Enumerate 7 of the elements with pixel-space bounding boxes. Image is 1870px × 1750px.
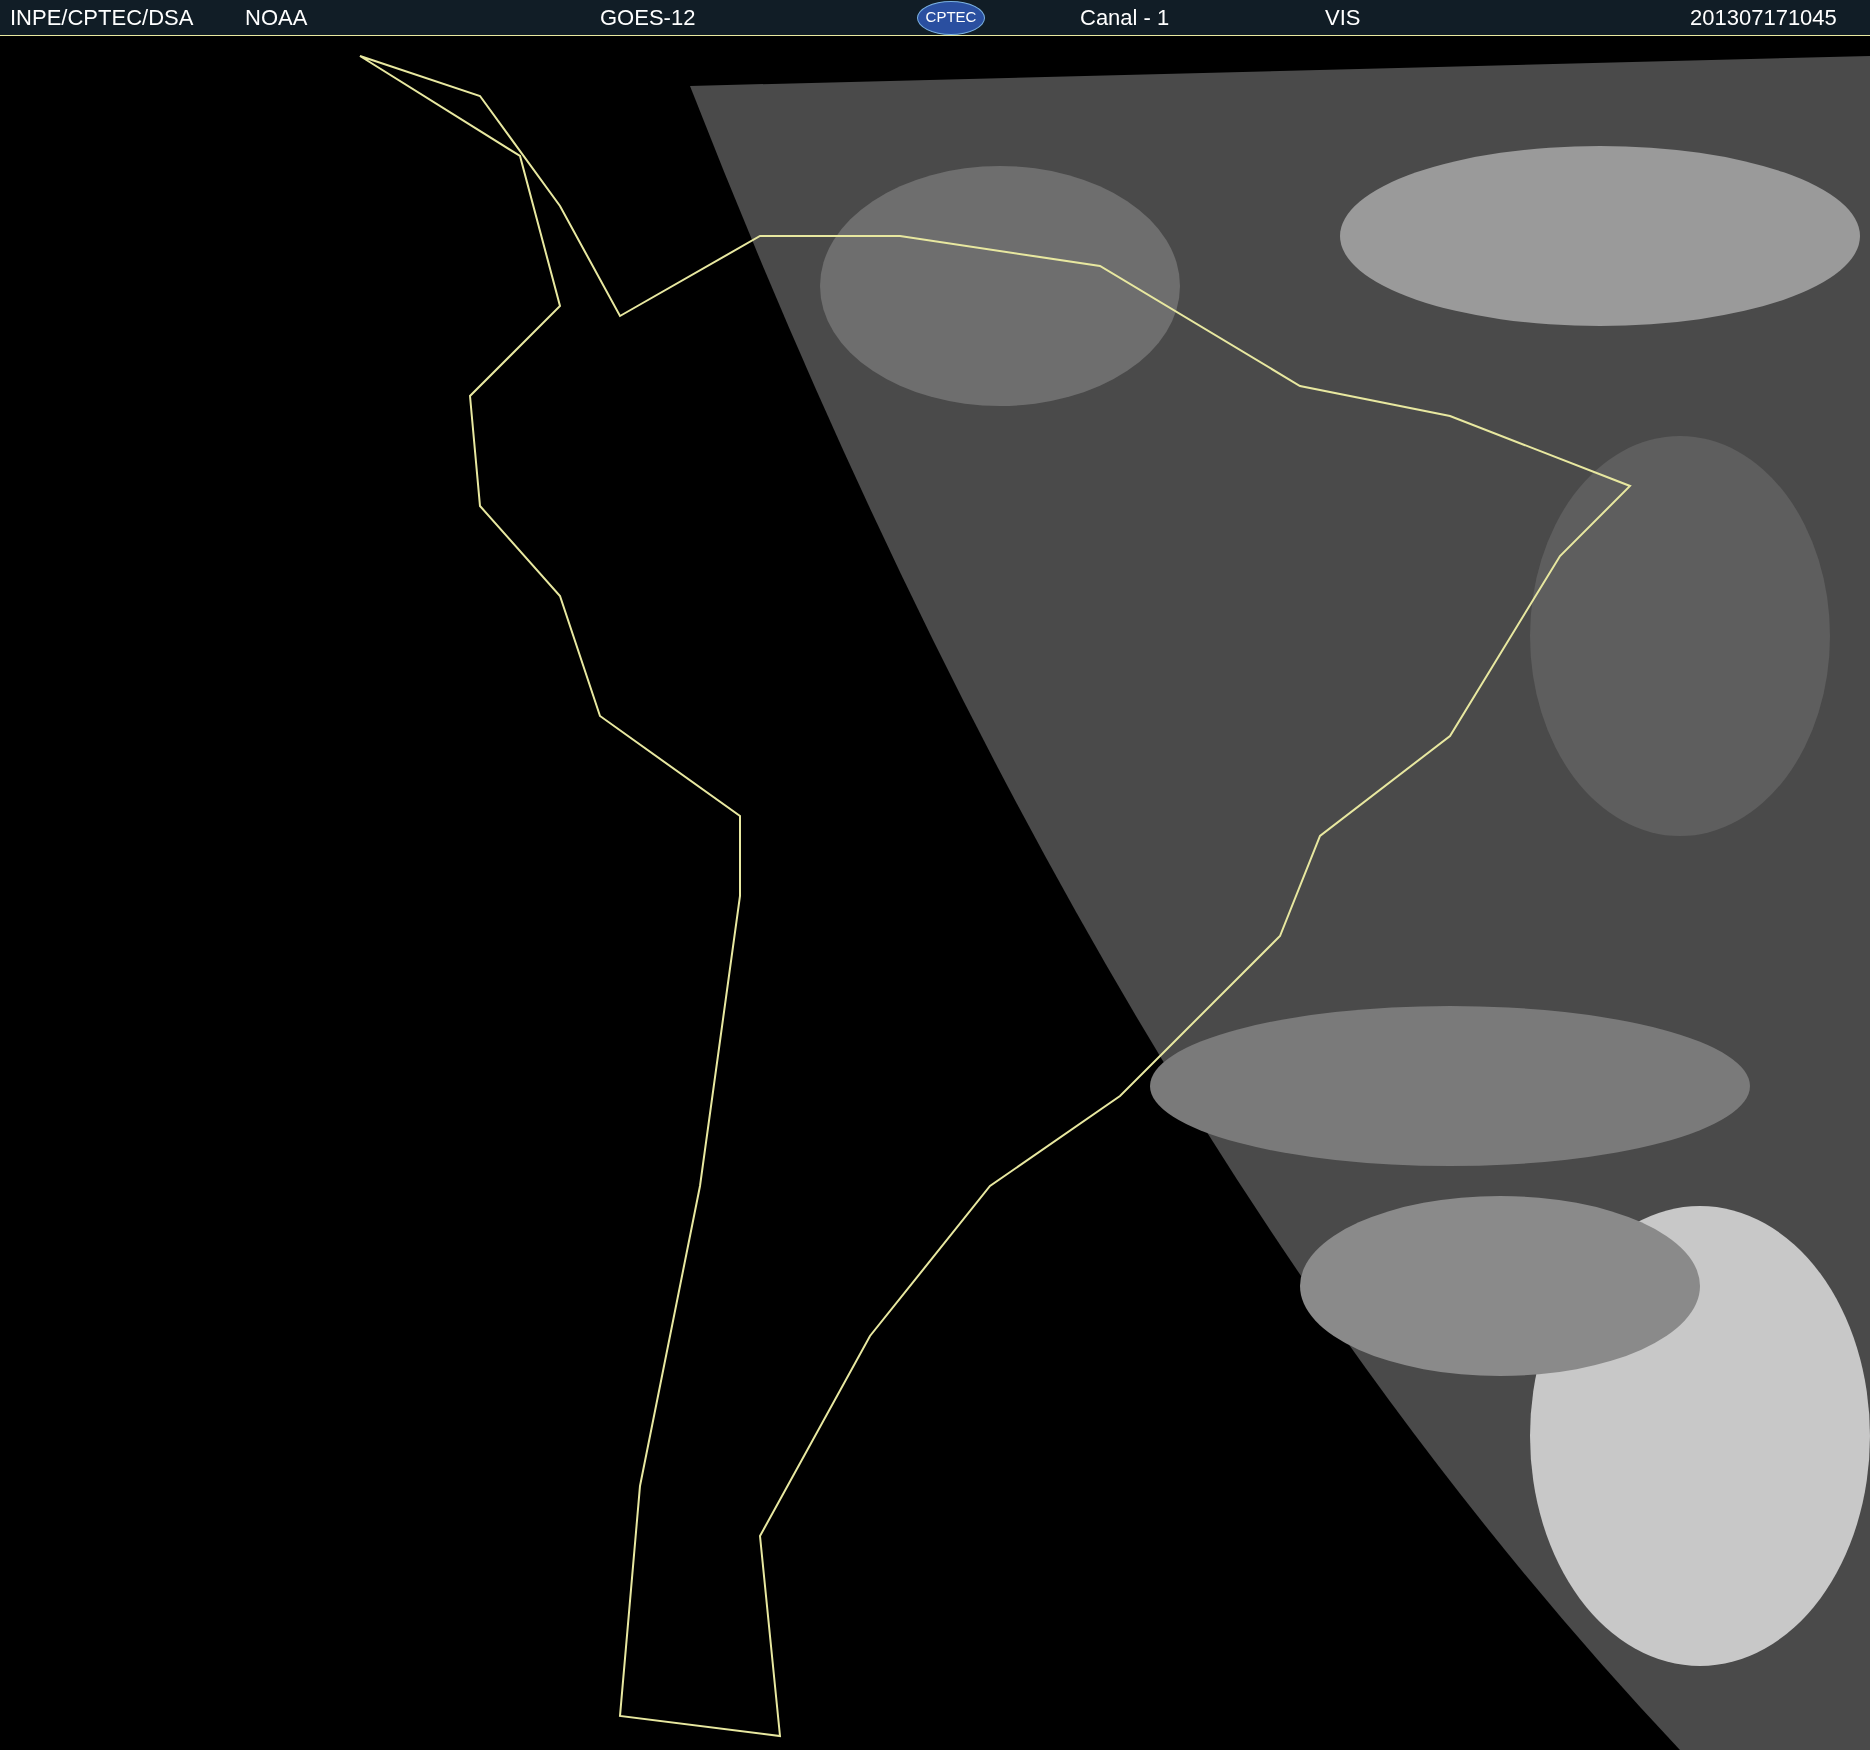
channel-label: Canal - 1 xyxy=(1080,4,1171,32)
institution-label: INPE/CPTEC/DSA xyxy=(9,4,195,32)
timestamp-label: 201307171045 xyxy=(1690,4,1837,32)
agency-label: NOAA xyxy=(245,4,309,32)
band-label: VIS xyxy=(1325,4,1362,32)
satellite-label: GOES-12 xyxy=(600,4,697,32)
logo-badge: CPTEC xyxy=(917,0,985,35)
